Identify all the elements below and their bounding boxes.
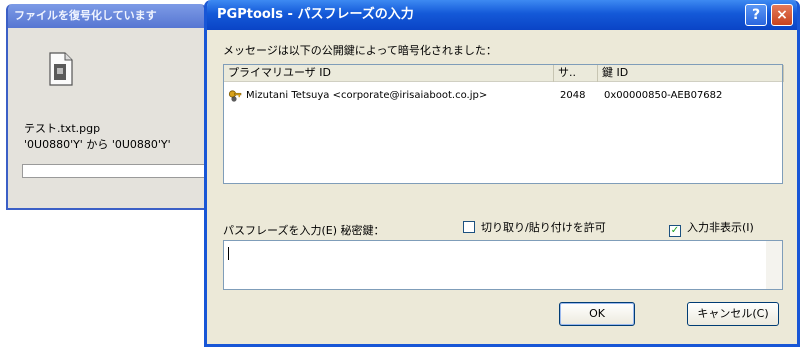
hide-input-checkbox[interactable]: ✓ 入力非表示(I) bbox=[669, 221, 754, 237]
decrypt-window-title: ファイルを復号化しています bbox=[8, 4, 204, 28]
allow-paste-label: 切り取り/貼り付けを許可 bbox=[481, 221, 606, 234]
hide-input-label: 入力非表示(I) bbox=[687, 221, 754, 234]
row-key-id: 0x00000850-AEB07682 bbox=[604, 90, 723, 101]
row-key-size: 2048 bbox=[560, 90, 586, 101]
column-header-size[interactable]: サ.. bbox=[554, 65, 598, 82]
column-header-key-id[interactable]: 鍵 ID bbox=[598, 65, 784, 82]
input-scrollbar[interactable] bbox=[766, 241, 782, 289]
key-pair-icon bbox=[228, 90, 242, 102]
passphrase-label: パスフレーズを入力(E) 秘密鍵： bbox=[223, 224, 385, 237]
list-item[interactable]: Mizutani Tetsuya <corporate@irisaiaboot.… bbox=[224, 87, 782, 105]
row-user-id: Mizutani Tetsuya <corporate@irisaiaboot.… bbox=[246, 90, 488, 101]
list-header: プライマリユーザ ID サ.. 鍵 ID bbox=[224, 65, 784, 82]
hide-input-box[interactable]: ✓ bbox=[669, 225, 681, 237]
column-header-user-id[interactable]: プライマリユーザ ID bbox=[224, 65, 554, 82]
progress-text: '0U0880'Y' から '0U0880'Y' bbox=[24, 138, 171, 151]
close-button[interactable]: × bbox=[771, 4, 793, 26]
allow-paste-box[interactable] bbox=[463, 221, 475, 233]
recipient-key-list[interactable]: プライマリユーザ ID サ.. 鍵 ID Mizutani Tetsuya <c… bbox=[223, 64, 784, 184]
help-button[interactable]: ? bbox=[745, 4, 767, 26]
ok-button[interactable]: OK bbox=[559, 302, 635, 326]
progress-bar bbox=[22, 164, 204, 178]
text-caret bbox=[228, 247, 229, 260]
dialog-titlebar[interactable]: PGPtools - パスフレーズの入力 ? × bbox=[207, 0, 797, 30]
cancel-button[interactable]: キャンセル(C) bbox=[687, 302, 779, 326]
encrypted-file-icon bbox=[49, 52, 73, 86]
file-name: テスト.txt.pgp bbox=[24, 122, 101, 135]
passphrase-input[interactable] bbox=[223, 240, 783, 290]
passphrase-dialog: PGPtools - パスフレーズの入力 ? × メッセージは以下の公開鍵によっ… bbox=[204, 0, 800, 347]
allow-paste-checkbox[interactable]: 切り取り/貼り付けを許可 bbox=[463, 221, 606, 235]
decrypt-progress-window: ファイルを復号化しています テスト.txt.pgp '0U0880'Y' から … bbox=[6, 4, 206, 210]
encryption-message: メッセージは以下の公開鍵によって暗号化されました： bbox=[223, 44, 497, 57]
dialog-title: PGPtools - パスフレーズの入力 bbox=[217, 7, 414, 22]
